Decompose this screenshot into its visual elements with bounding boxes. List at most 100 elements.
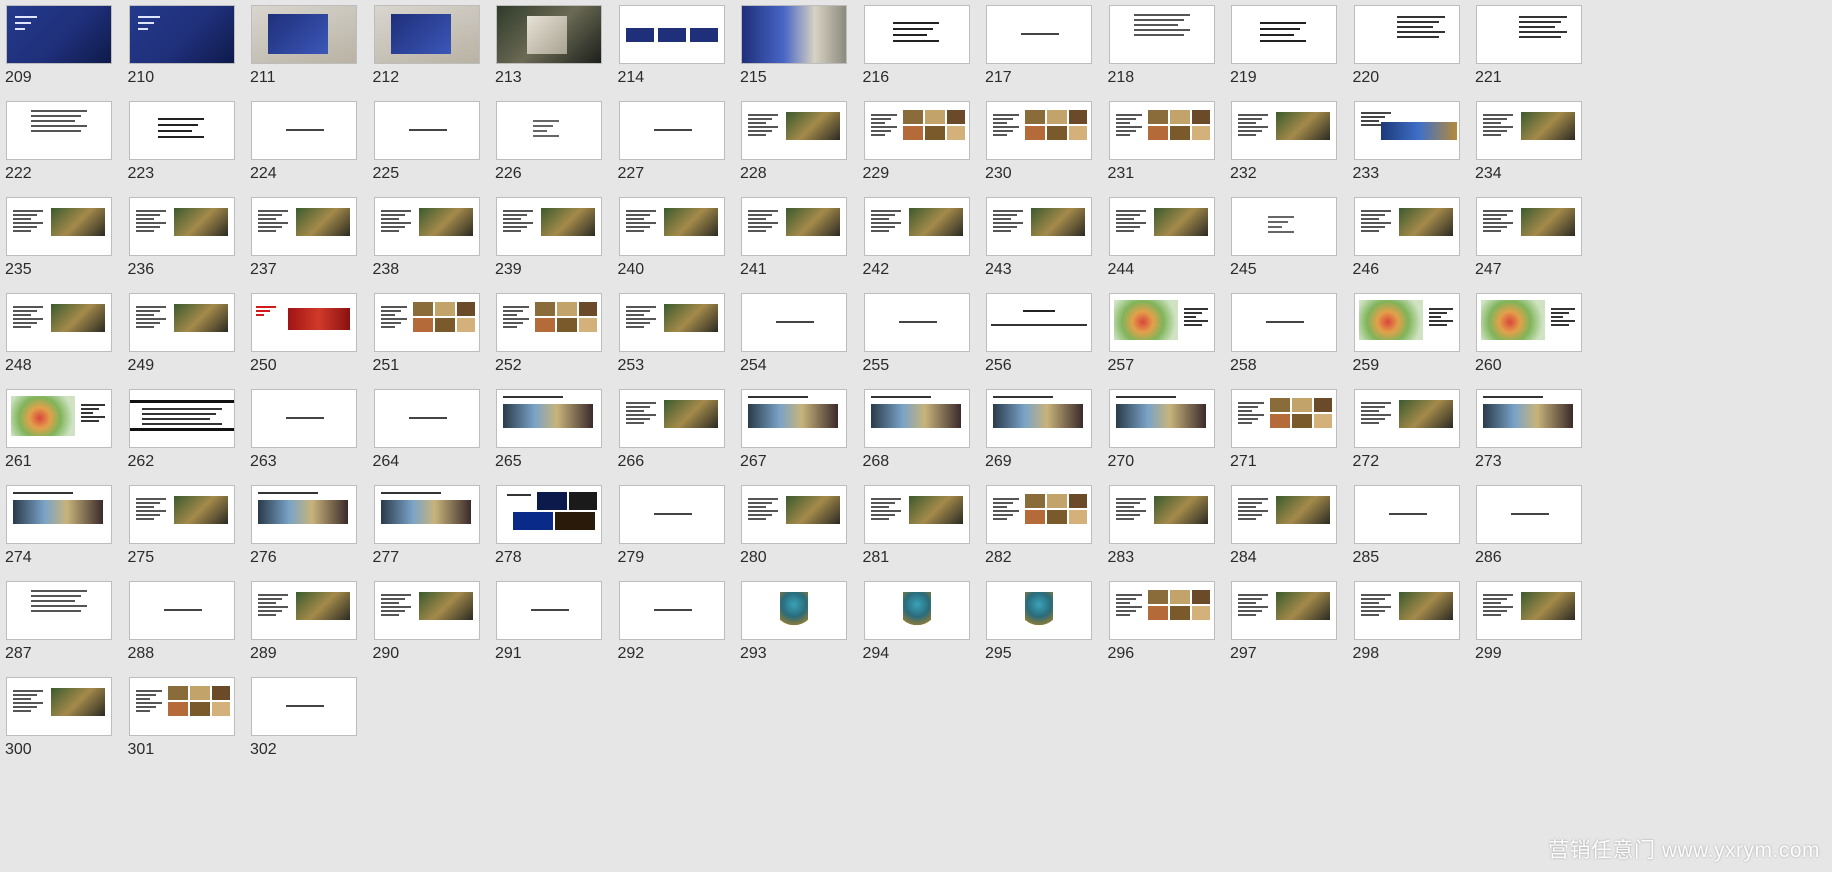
slide-preview[interactable] [863, 485, 970, 544]
slide-preview[interactable] [1231, 5, 1337, 64]
slide-preview[interactable] [128, 389, 235, 448]
slide-preview[interactable] [496, 485, 602, 544]
slide-preview[interactable] [618, 293, 725, 352]
slide-preview[interactable] [741, 5, 847, 64]
slide-preview[interactable] [1353, 389, 1460, 448]
slide-preview[interactable] [128, 293, 235, 352]
slide-preview[interactable] [1476, 293, 1582, 352]
slide-preview[interactable] [373, 5, 480, 64]
slide-preview[interactable] [496, 293, 602, 352]
slide-preview[interactable] [741, 485, 847, 544]
slide-preview[interactable] [618, 389, 725, 448]
slide-preview[interactable] [128, 485, 235, 544]
slide-preview[interactable] [986, 101, 1092, 160]
slide-preview[interactable] [1476, 581, 1582, 640]
slide-preview[interactable] [1108, 293, 1215, 352]
slide-thumbnail-item[interactable]: 260 [1470, 288, 1630, 398]
slide-preview[interactable] [496, 197, 602, 256]
slide-preview[interactable] [128, 581, 235, 640]
slide-preview[interactable] [373, 581, 480, 640]
slide-preview[interactable] [618, 5, 725, 64]
slide-preview[interactable] [986, 5, 1092, 64]
slide-preview[interactable] [618, 101, 725, 160]
slide-preview[interactable] [986, 389, 1092, 448]
slide-preview[interactable] [741, 293, 847, 352]
slide-preview[interactable] [496, 581, 602, 640]
slide-preview[interactable] [251, 293, 357, 352]
slide-preview[interactable] [618, 197, 725, 256]
slide-preview[interactable] [741, 389, 847, 448]
slide-preview[interactable] [1231, 293, 1337, 352]
slide-preview[interactable] [251, 581, 357, 640]
slide-preview[interactable] [6, 581, 112, 640]
slide-thumbnail-item[interactable]: 273 [1470, 384, 1630, 494]
slide-preview[interactable] [1108, 485, 1215, 544]
slide-preview[interactable] [373, 389, 480, 448]
slide-preview[interactable] [1476, 389, 1582, 448]
slide-preview[interactable] [373, 485, 480, 544]
slide-preview[interactable] [1231, 101, 1337, 160]
slide-preview[interactable] [1231, 197, 1337, 256]
slide-preview[interactable] [128, 5, 235, 64]
slide-preview[interactable] [863, 581, 970, 640]
slide-preview[interactable] [863, 197, 970, 256]
slide-preview[interactable] [251, 101, 357, 160]
slide-preview[interactable] [496, 389, 602, 448]
slide-preview[interactable] [1353, 581, 1460, 640]
slide-preview[interactable] [373, 197, 480, 256]
slide-preview[interactable] [1353, 197, 1460, 256]
slide-preview[interactable] [863, 101, 970, 160]
slide-preview[interactable] [1476, 485, 1582, 544]
slide-preview[interactable] [986, 485, 1092, 544]
slide-preview[interactable] [6, 485, 112, 544]
slide-preview[interactable] [863, 293, 970, 352]
slide-preview[interactable] [128, 101, 235, 160]
slide-preview[interactable] [373, 293, 480, 352]
slide-preview[interactable] [496, 101, 602, 160]
slide-preview[interactable] [1108, 5, 1215, 64]
slide-preview[interactable] [251, 5, 357, 64]
slide-preview[interactable] [1231, 485, 1337, 544]
slide-preview[interactable] [863, 389, 970, 448]
slide-preview[interactable] [741, 101, 847, 160]
slide-preview[interactable] [6, 101, 112, 160]
slide-preview[interactable] [496, 5, 602, 64]
slide-preview[interactable] [6, 677, 112, 736]
slide-preview[interactable] [863, 5, 970, 64]
slide-preview[interactable] [6, 389, 112, 448]
slide-preview[interactable] [1108, 581, 1215, 640]
slide-preview[interactable] [986, 581, 1092, 640]
slide-preview[interactable] [986, 293, 1092, 352]
slide-preview[interactable] [1108, 389, 1215, 448]
slide-preview[interactable] [1108, 197, 1215, 256]
slide-preview[interactable] [741, 581, 847, 640]
slide-preview[interactable] [618, 581, 725, 640]
slide-preview[interactable] [986, 197, 1092, 256]
slide-preview[interactable] [1353, 5, 1460, 64]
slide-preview[interactable] [6, 197, 112, 256]
slide-preview[interactable] [1231, 389, 1337, 448]
slide-preview[interactable] [1353, 293, 1460, 352]
slide-thumbnail-item[interactable]: 247 [1470, 192, 1630, 302]
slide-preview[interactable] [128, 197, 235, 256]
slide-preview[interactable] [6, 5, 112, 64]
slide-preview[interactable] [1231, 581, 1337, 640]
slide-preview[interactable] [128, 677, 235, 736]
slide-preview[interactable] [1476, 101, 1582, 160]
slide-preview[interactable] [1353, 485, 1460, 544]
slide-thumbnail-item[interactable]: 302 [245, 672, 405, 782]
slide-thumbnail-item[interactable]: 234 [1470, 96, 1630, 206]
slide-preview[interactable] [373, 101, 480, 160]
slide-preview[interactable] [1476, 5, 1582, 64]
slide-preview[interactable] [1108, 101, 1215, 160]
slide-preview[interactable] [251, 389, 357, 448]
slide-thumbnail-item[interactable]: 299 [1470, 576, 1630, 686]
slide-preview[interactable] [251, 677, 357, 736]
slide-preview[interactable] [251, 197, 357, 256]
slide-thumbnail-item[interactable]: 286 [1470, 480, 1630, 590]
slide-preview[interactable] [618, 485, 725, 544]
slide-preview[interactable] [251, 485, 357, 544]
slide-thumbnail-item[interactable]: 221 [1470, 0, 1630, 110]
slide-preview[interactable] [741, 197, 847, 256]
slide-preview[interactable] [6, 293, 112, 352]
